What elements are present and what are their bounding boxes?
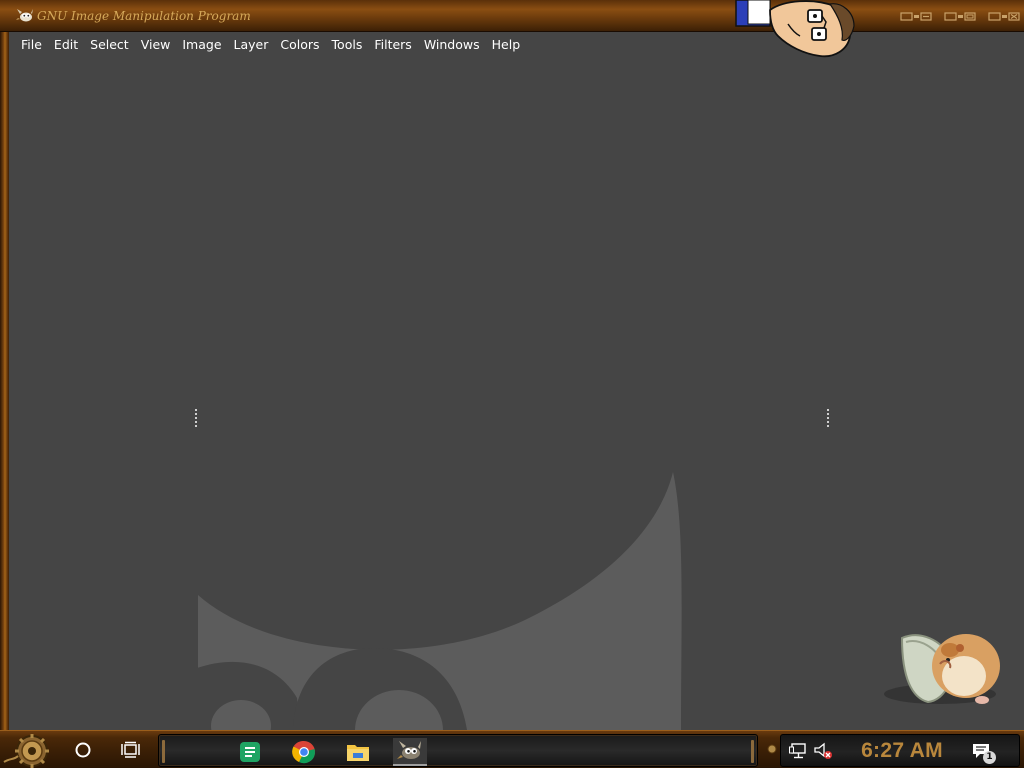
window-frame-left — [0, 32, 9, 730]
window-title: GNU Image Manipulation Program — [37, 9, 251, 23]
taskbar-app-sheets[interactable] — [233, 738, 267, 766]
title-bar[interactable]: GNU Image Manipulation Program — [0, 0, 1024, 32]
hamster-sticker — [884, 634, 1000, 704]
system-tray: 6:27 AM 1 — [780, 734, 1020, 767]
network-icon[interactable] — [789, 743, 807, 759]
action-center-button[interactable]: 1 — [971, 740, 997, 764]
menu-layer[interactable]: Layer — [228, 32, 275, 58]
menu-colors[interactable]: Colors — [274, 32, 325, 58]
volume-muted-icon[interactable] — [813, 742, 833, 760]
left-dock-handle[interactable] — [195, 409, 197, 429]
menu-help[interactable]: Help — [486, 32, 527, 58]
gimp-wilber-icon[interactable] — [16, 8, 34, 23]
menu-tools[interactable]: Tools — [326, 32, 369, 58]
menu-filters[interactable]: Filters — [368, 32, 417, 58]
google-sheets-icon — [240, 742, 260, 762]
close-button[interactable] — [988, 11, 1020, 22]
taskbar-app-file-explorer[interactable] — [341, 738, 375, 766]
menu-view[interactable]: View — [135, 32, 177, 58]
empty-image-window[interactable] — [9, 58, 1024, 730]
taskbar: 6:27 AM 1 — [0, 730, 1024, 768]
taskbar-app-gimp[interactable] — [393, 738, 427, 766]
task-view-button[interactable] — [116, 735, 146, 765]
taskbar-app-strip — [158, 734, 758, 767]
maximize-icon — [944, 12, 976, 21]
wilber-watermark — [197, 472, 682, 730]
taskbar-app-chrome[interactable] — [287, 738, 321, 766]
minimize-button[interactable] — [900, 11, 932, 22]
cortana-search-button[interactable] — [68, 735, 98, 765]
close-icon — [988, 12, 1020, 21]
right-dock-handle[interactable] — [827, 409, 829, 429]
cortana-circle-icon — [75, 742, 91, 758]
taskbar-clock[interactable]: 6:27 AM — [847, 739, 957, 763]
maximize-button[interactable] — [944, 11, 976, 22]
menu-image[interactable]: Image — [176, 32, 227, 58]
cartoon-character-sticker — [735, 0, 855, 58]
strip-bracket-right — [751, 740, 754, 763]
notification-count-badge: 1 — [983, 751, 996, 764]
menu-select[interactable]: Select — [84, 32, 135, 58]
chrome-icon — [292, 740, 315, 764]
strip-bracket-left — [162, 740, 165, 763]
gimp-icon — [397, 741, 421, 759]
menu-file[interactable]: File — [15, 32, 48, 58]
gimp-window: GNU Image Manipulation Program File Edit… — [0, 0, 1024, 730]
menu-windows[interactable]: Windows — [418, 32, 486, 58]
menu-edit[interactable]: Edit — [48, 32, 84, 58]
task-view-icon — [121, 741, 140, 758]
tray-overflow-icon[interactable] — [766, 743, 778, 755]
menubar: File Edit Select View Image Layer Colors… — [9, 32, 1024, 58]
file-explorer-icon — [347, 745, 369, 761]
minimize-icon — [900, 12, 932, 21]
steampunk-gear-start-icon[interactable] — [2, 732, 60, 768]
